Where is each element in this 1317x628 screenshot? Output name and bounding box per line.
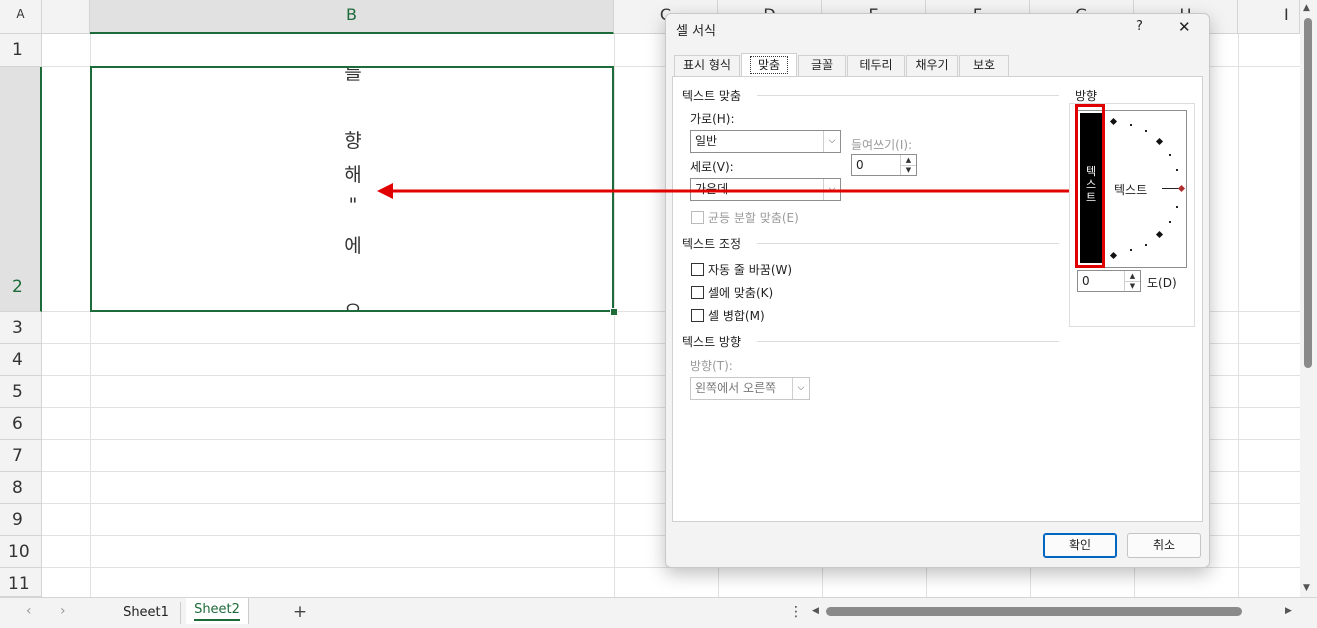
annotation-arrow-head — [377, 183, 393, 199]
annotation-arrow — [377, 183, 1069, 199]
